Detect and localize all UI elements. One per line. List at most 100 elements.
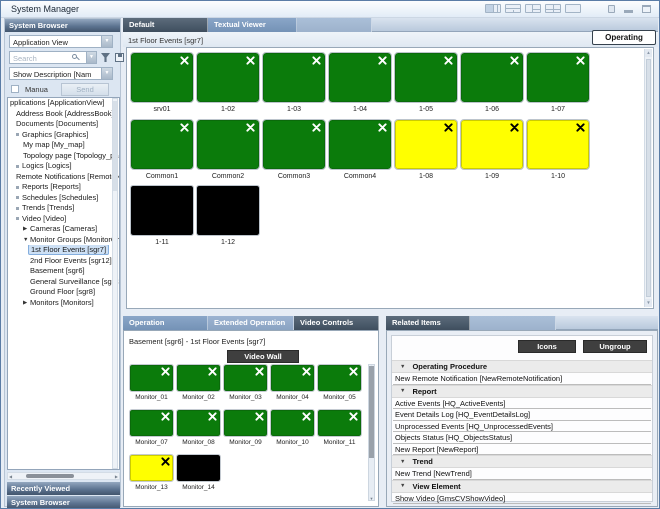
tree-item[interactable]: 2nd Floor Events [sgr12] [8,256,119,267]
send-button[interactable]: Send [61,83,109,96]
monitor-tile[interactable] [461,120,523,169]
tree-item[interactable]: General Surveillance [sgr13] [8,277,119,288]
close-icon[interactable] [444,123,453,132]
icons-button[interactable]: Icons [518,340,576,353]
scroll-right-icon[interactable]: ▶ [115,474,118,479]
close-icon[interactable] [208,412,217,421]
monitor-tile[interactable] [329,53,391,102]
related-item-link[interactable]: New Remote Notification [NewRemoteNotifi… [393,373,651,385]
ungroup-button[interactable]: Ungroup [583,340,647,353]
monitor-tile[interactable] [197,120,259,169]
tree-item[interactable]: Remote Notifications [RemoteNotificat [8,172,119,183]
tree-item[interactable]: Documents [Documents] [8,119,119,130]
collapse-icon[interactable]: ▼ [400,483,405,489]
filter-icon[interactable] [101,53,110,62]
monitor-tile[interactable] [197,186,259,235]
operating-button[interactable]: Operating [592,30,656,45]
close-icon[interactable] [576,123,585,132]
tree-item[interactable]: Ground Floor [sgr8] [8,287,119,298]
tree-item[interactable]: ▼Monitor Groups [MonitorGroups] [8,235,119,246]
related-item-link[interactable]: Active Events [HQ_ActiveEvents] [393,398,651,410]
description-select[interactable]: Show Description [Nam ▼ [9,67,113,80]
tree-item[interactable]: Basement [sgr6] [8,266,119,277]
close-icon[interactable] [312,123,321,132]
video-vertical-scrollbar[interactable]: ▲ ▼ [368,364,375,501]
video-monitor-tile[interactable] [177,365,220,391]
close-icon[interactable] [510,123,519,132]
close-icon[interactable] [378,56,387,65]
monitor-tile[interactable] [263,53,325,102]
tab-video-controls[interactable]: Video Controls [294,316,379,330]
video-monitor-tile[interactable] [224,365,267,391]
expand-icon[interactable]: ▶ [23,298,30,309]
tree-item[interactable]: ▶Monitors [Monitors] [8,298,119,309]
minimize-icon[interactable] [624,10,633,13]
tree-item[interactable]: Topology page [Topology_page] [8,151,119,162]
scrollbar-thumb[interactable] [646,59,651,297]
close-icon[interactable] [161,457,170,466]
monitor-tile[interactable] [461,53,523,102]
related-item-link[interactable]: Show Video [GmsCVShowVideo] [393,493,651,505]
close-icon[interactable] [161,412,170,421]
video-monitor-tile[interactable] [130,455,173,481]
tree-item[interactable]: Schedules [Schedules] [8,193,119,204]
close-icon[interactable] [208,367,217,376]
scroll-down-icon[interactable]: ▼ [369,496,374,501]
scroll-down-icon[interactable]: ▼ [645,299,652,307]
close-icon[interactable] [302,367,311,376]
monitor-tile[interactable] [131,53,193,102]
system-browser-bar[interactable]: System Browser [7,496,120,509]
related-section-header[interactable]: ▼Report [392,385,652,398]
tree-item[interactable]: Trends [Trends] [8,203,119,214]
scroll-left-icon[interactable]: ◀ [9,474,12,479]
related-item-link[interactable]: Unprocessed Events [HQ_UnprocessedEvents… [393,421,651,433]
tree-item[interactable]: Reports [Reports] [8,182,119,193]
close-icon[interactable] [349,412,358,421]
video-monitor-tile[interactable] [224,410,267,436]
collapse-icon[interactable]: ▼ [400,459,405,465]
tab-operation[interactable]: Operation [123,316,208,330]
related-section-header[interactable]: ▼Trend [392,455,652,468]
related-section-header[interactable]: ▼View Element [392,480,652,493]
collapse-icon[interactable]: ▼ [23,235,30,246]
tab-textual-viewer[interactable]: Textual Viewer [208,18,297,32]
close-icon[interactable] [255,412,264,421]
close-icon[interactable] [246,123,255,132]
related-section-header[interactable]: ▼Operating Procedure [392,360,652,373]
recently-viewed-bar[interactable]: Recently Viewed [7,482,120,495]
video-monitor-tile[interactable] [318,410,361,436]
manual-checkbox[interactable] [11,85,19,93]
tree-item[interactable]: Logics [Logics] [8,161,119,172]
monitor-tile[interactable] [395,53,457,102]
close-icon[interactable] [180,123,189,132]
pane-layout-single-icon[interactable] [565,4,581,13]
scrollbar-thumb[interactable] [369,366,374,458]
video-wall-button[interactable]: Video Wall [227,350,299,363]
scrollbar-thumb[interactable] [26,474,74,478]
view-select[interactable]: Application View ▼ [9,35,113,48]
close-icon[interactable] [312,56,321,65]
monitor-tile[interactable] [131,186,193,235]
tree-horizontal-scrollbar[interactable]: ◀ ▶ [7,472,120,480]
maximize-icon[interactable] [642,5,651,13]
tab-related-items[interactable]: Related Items [386,316,470,330]
close-icon[interactable] [576,56,585,65]
close-icon[interactable] [510,56,519,65]
collapse-icon[interactable]: ▼ [400,388,405,394]
tree-item[interactable]: ▶Cameras [Cameras] [8,224,119,235]
related-item-link[interactable]: New Report [NewReport] [393,444,651,456]
monitor-tile[interactable] [527,120,589,169]
tree-vertical-scrollbar[interactable] [112,98,118,469]
search-dropdown-icon[interactable]: ▼ [86,52,96,63]
tree-item[interactable]: Video [Video] [8,214,119,225]
tree-item[interactable]: My map [My_map] [8,140,119,151]
chevron-down-icon[interactable]: ▼ [101,36,112,47]
related-item-link[interactable]: Objects Status [HQ_ObjectsStatus] [393,432,651,444]
lock-icon[interactable] [608,5,615,13]
pane-layout-quad-icon[interactable] [545,4,561,13]
tree-item[interactable]: pplications [ApplicationView] [8,98,119,109]
monitor-tile[interactable] [527,53,589,102]
video-monitor-tile[interactable] [271,365,314,391]
related-item-link[interactable]: Event Details Log [HQ_EventDetailsLog] [393,409,651,421]
video-monitor-tile[interactable] [177,455,220,481]
